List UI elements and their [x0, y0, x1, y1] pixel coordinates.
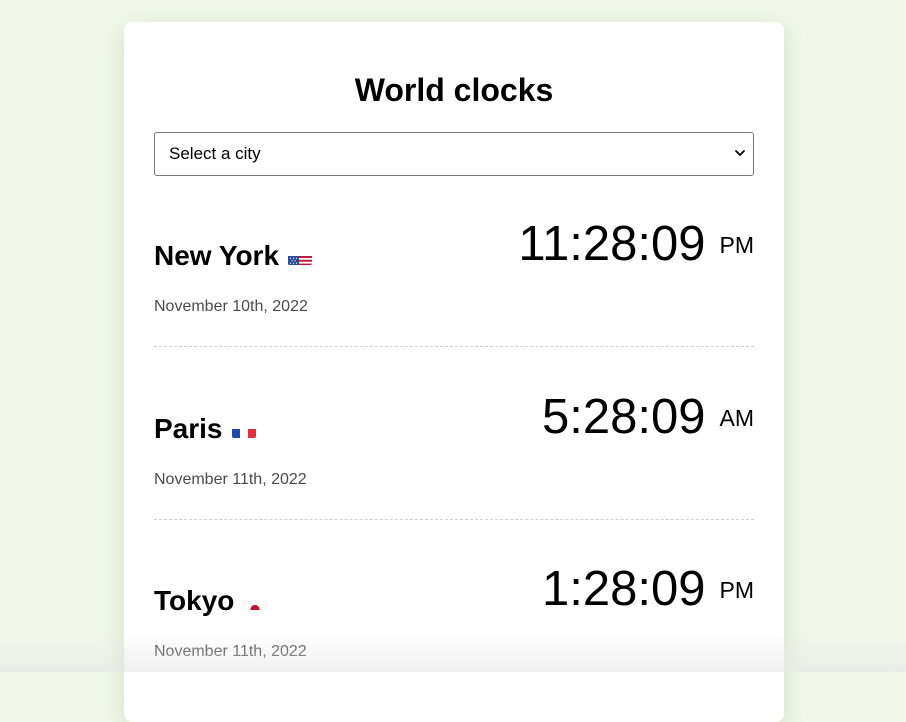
- city-name: Paris: [154, 413, 256, 445]
- clock-ampm: PM: [719, 577, 755, 603]
- world-clocks-card: World clocks Select a city New York Nove…: [124, 22, 784, 722]
- city-date: November 10th, 2022: [154, 298, 308, 315]
- clock-time: 5:28:09: [542, 390, 706, 444]
- clock-ampm: AM: [719, 405, 755, 431]
- city-name-label: New York: [154, 240, 280, 271]
- city-row-tokyo: Tokyo November 11th, 2022 1:28:09 PM: [154, 539, 754, 711]
- city-name: Tokyo: [154, 585, 268, 617]
- city-clock: 5:28:09 AM: [542, 393, 754, 442]
- city-row-new-york: New York November 10th, 2022 11:28:09 PM: [154, 194, 754, 366]
- city-name: New York: [154, 240, 313, 272]
- city-clock: 1:28:09 PM: [542, 565, 754, 614]
- city-select[interactable]: Select a city: [154, 132, 754, 176]
- clock-time: 11:28:09: [518, 217, 706, 271]
- city-name-label: Tokyo: [154, 585, 235, 616]
- page-title: World clocks: [354, 72, 554, 108]
- flag-japan-icon: [243, 593, 268, 610]
- flag-france-icon: [231, 421, 256, 438]
- divider: [154, 346, 754, 347]
- city-clock: 11:28:09 PM: [518, 220, 754, 269]
- flag-united-states-icon: [288, 248, 313, 265]
- city-select-value: Select a city: [169, 144, 261, 163]
- city-row-paris: Paris November 11th, 2022 5:28:09 AM: [154, 367, 754, 539]
- city-date: November 11th, 2022: [154, 471, 307, 488]
- clock-ampm: PM: [719, 232, 755, 258]
- divider: [154, 519, 754, 520]
- chevron-down-icon: [735, 150, 745, 156]
- city-date: November 11th, 2022: [154, 643, 307, 660]
- city-name-label: Paris: [154, 413, 223, 444]
- clock-time: 1:28:09: [542, 562, 706, 616]
